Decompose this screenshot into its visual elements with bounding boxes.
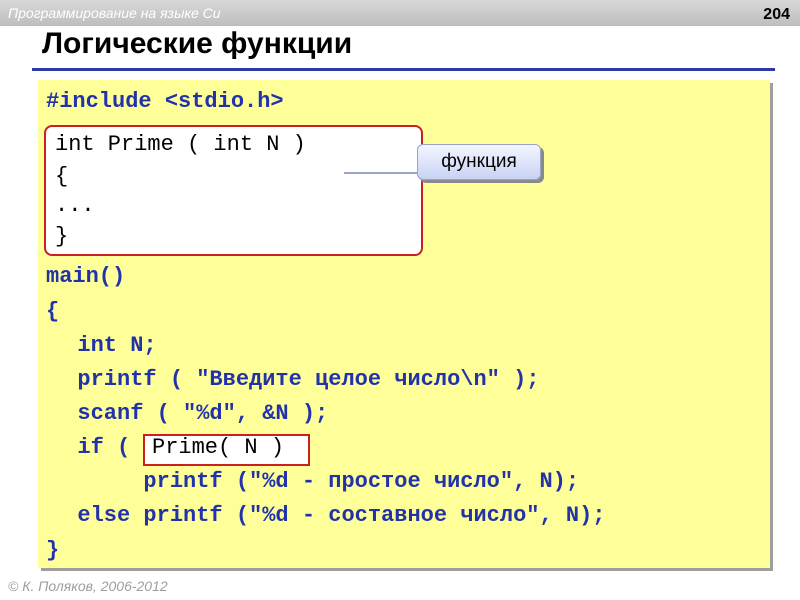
slide-title: Логические функции <box>42 27 353 60</box>
function-line-1: int Prime ( int N ) <box>55 132 306 157</box>
function-box: int Prime ( int N ) { ... } <box>44 125 423 256</box>
course-title: Программирование на языке Си <box>8 5 221 21</box>
main-line-1: main() <box>46 264 126 289</box>
main-line-2: { <box>46 299 60 324</box>
prime-call-text: Prime( N ) <box>152 435 285 460</box>
page-number: 204 <box>763 6 790 23</box>
header-bar: Программирование на языке Си 204 <box>0 0 800 26</box>
main-line-8: else printf ("%d - составное число", N); <box>51 503 606 528</box>
function-line-4: } <box>55 224 69 249</box>
main-line-4: printf ( "Введите целое число\n" ); <box>51 367 540 392</box>
copyright-footer: © К. Поляков, 2006-2012 <box>8 578 168 594</box>
title-divider <box>32 68 775 71</box>
main-line-5: scanf ( "%d", &N ); <box>51 401 329 426</box>
callout-leader-line <box>344 172 418 174</box>
main-line-3: int N; <box>51 333 157 358</box>
function-line-3: ... <box>55 193 95 218</box>
main-line-9: } <box>46 538 60 563</box>
function-callout: функция <box>417 144 541 180</box>
main-line-7: printf ("%d - простое число", N); <box>51 469 580 494</box>
include-line: #include <stdio.h> <box>46 89 284 114</box>
